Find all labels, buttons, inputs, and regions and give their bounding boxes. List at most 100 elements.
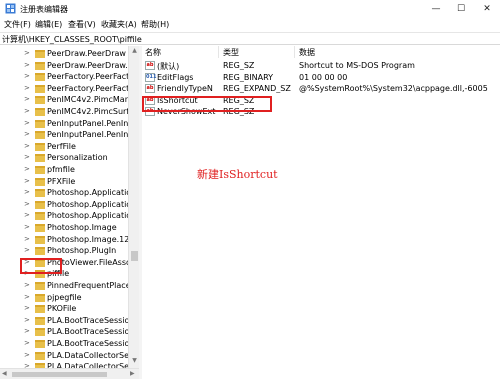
tree-item[interactable]: > PLA.DataCollectorSet [0, 361, 128, 368]
folder-icon [35, 351, 45, 360]
tree-item[interactable]: > PLA.DataCollectorSet [0, 350, 128, 362]
column-divider[interactable] [218, 46, 219, 58]
chevron-right-icon[interactable]: > [24, 339, 30, 347]
scroll-thumb-horizontal[interactable] [12, 372, 107, 377]
folder-icon [35, 282, 45, 290]
value-row[interactable]: ab (默认) REG_SZ Shortcut to MS-DOS Program [142, 60, 500, 72]
tree-item[interactable]: > PeerFactory.PeerFacto [0, 83, 128, 95]
chevron-right-icon[interactable]: > [24, 95, 30, 103]
chevron-right-icon[interactable]: > [24, 304, 30, 312]
tree-item[interactable]: > PerfFile [0, 141, 128, 153]
tree-item[interactable]: > PLA.BootTraceSession [0, 326, 128, 338]
tree-horizontal-scrollbar[interactable]: ◀ ▶ [0, 368, 139, 379]
key-tree: > PeerDraw.PeerDraw > PeerDraw.PeerDraw.1 > P… [0, 46, 128, 368]
address-path: 计算机\HKEY_CLASSES_ROOT\piffile [2, 35, 142, 44]
string-value-icon: ab [145, 61, 155, 70]
chevron-right-icon[interactable]: > [24, 49, 30, 57]
chevron-right-icon[interactable]: > [24, 281, 30, 289]
menu-bar: 文件(F) 编辑(E) 查看(V) 收藏夹(A) 帮助(H) [0, 17, 500, 32]
chevron-right-icon[interactable]: > [24, 119, 30, 127]
tree-item[interactable]: > Photoshop.Applicatio [0, 187, 128, 199]
address-bar[interactable]: 计算机\HKEY_CLASSES_ROOT\piffile [0, 32, 500, 45]
column-header-data[interactable]: 数据 [299, 47, 315, 58]
menu-edit[interactable]: 编辑(E) [35, 19, 62, 30]
folder-icon [35, 96, 45, 105]
folder-icon [35, 247, 45, 256]
chevron-right-icon[interactable]: > [24, 107, 30, 115]
chevron-right-icon[interactable]: > [24, 72, 30, 80]
chevron-right-icon[interactable]: > [24, 84, 30, 92]
chevron-right-icon[interactable]: > [24, 235, 30, 243]
chevron-right-icon[interactable]: > [24, 316, 30, 324]
menu-help[interactable]: 帮助(H) [141, 19, 169, 30]
chevron-right-icon[interactable]: > [24, 211, 30, 219]
tree-item[interactable]: > PeerFactory.PeerFacto [0, 71, 128, 83]
tree-item[interactable]: > Photoshop.Image [0, 222, 128, 234]
tree-item[interactable]: > PenIMC4v2.PimcSurfa [0, 106, 128, 118]
menu-file[interactable]: 文件(F) [4, 19, 31, 30]
chevron-right-icon[interactable]: > [24, 223, 30, 231]
tree-item-label: pjpegfile [47, 292, 82, 302]
chevron-right-icon[interactable]: > [24, 153, 30, 161]
annotation-text: 新建IsShortcut [197, 168, 278, 181]
chevron-right-icon[interactable]: > [24, 188, 30, 196]
chevron-right-icon[interactable]: > [24, 165, 30, 173]
tree-item-label: Photoshop.Applicatio [47, 199, 128, 209]
value-name: EditFlags [157, 72, 194, 82]
tree-item[interactable]: > Personalization [0, 152, 128, 164]
title-bar: 注册表编辑器 — ☐ ✕ [0, 0, 500, 17]
chevron-right-icon[interactable]: > [24, 61, 30, 69]
tree-item-label: Personalization [47, 153, 108, 163]
scroll-right-arrow-icon[interactable]: ▶ [130, 370, 135, 377]
value-row[interactable]: ab FriendlyTypeN REG_EXPAND_SZ @%SystemRoot… [142, 83, 500, 95]
chevron-right-icon[interactable]: > [24, 130, 30, 138]
value-row[interactable]: 011 EditFlags REG_BINARY 01 00 00 00 [142, 72, 500, 84]
value-type: REG_SZ [223, 61, 255, 70]
tree-item[interactable]: > Photoshop.Applicatio [0, 199, 128, 211]
tree-item[interactable]: > PinnedFrequentPlace [0, 280, 128, 292]
scroll-down-arrow-icon[interactable]: ▼ [130, 357, 139, 366]
tree-item[interactable]: > PenInputPanel.PenInp [0, 118, 128, 130]
tree-item[interactable]: > PKOFile [0, 303, 128, 315]
menu-view[interactable]: 查看(V) [68, 19, 96, 30]
tree-item[interactable]: > PFXFile [0, 176, 128, 188]
tree-item[interactable]: > PenInputPanel.PenInp [0, 129, 128, 141]
scroll-thumb[interactable] [131, 251, 138, 261]
chevron-right-icon[interactable]: > [24, 142, 30, 150]
close-button[interactable]: ✕ [475, 0, 499, 17]
chevron-right-icon[interactable]: > [24, 351, 30, 359]
tree-item[interactable]: > PeerDraw.PeerDraw.1 [0, 60, 128, 72]
tree-item-label: PeerFactory.PeerFacto [47, 83, 128, 93]
folder-icon [35, 108, 45, 116]
tree-item[interactable]: > Photoshop.Image.12 [0, 234, 128, 246]
column-header-name[interactable]: 名称 [145, 47, 161, 58]
chevron-right-icon[interactable]: > [24, 200, 30, 208]
tree-item[interactable]: > Photoshop.PlugIn [0, 245, 128, 257]
tree-item[interactable]: > PenIMC4v2.PimcMana [0, 94, 128, 106]
tree-item-label: Photoshop.Image.12 [47, 234, 128, 244]
chevron-right-icon[interactable]: > [24, 293, 30, 301]
tree-item[interactable]: > Photoshop.Applicatio [0, 210, 128, 222]
tree-item[interactable]: > PLA.BootTraceSession [0, 315, 128, 327]
scroll-up-arrow-icon[interactable]: ▲ [130, 47, 139, 56]
tree-item[interactable]: > pfmfile [0, 164, 128, 176]
folder-icon [35, 200, 45, 209]
folder-icon [35, 84, 45, 93]
menu-favorites[interactable]: 收藏夹(A) [101, 19, 137, 30]
chevron-right-icon[interactable]: > [24, 246, 30, 254]
tree-vertical-scrollbar[interactable]: ▲ ▼ [128, 46, 139, 368]
folder-icon [35, 212, 45, 221]
scroll-left-arrow-icon[interactable]: ◀ [2, 370, 7, 377]
folder-icon [35, 235, 45, 244]
chevron-right-icon[interactable]: > [24, 327, 30, 335]
tree-item[interactable]: > PLA.BootTraceSession [0, 338, 128, 350]
column-divider[interactable] [294, 46, 295, 58]
minimize-button[interactable]: — [424, 0, 448, 17]
tree-item-label: PKOFile [47, 304, 77, 314]
column-header-type[interactable]: 类型 [223, 47, 239, 58]
tree-item[interactable]: > PeerDraw.PeerDraw [0, 48, 128, 60]
tree-item[interactable]: > pjpegfile [0, 292, 128, 304]
chevron-right-icon[interactable]: > [24, 177, 30, 185]
highlight-piffile-box [20, 258, 62, 274]
maximize-button[interactable]: ☐ [449, 0, 473, 17]
